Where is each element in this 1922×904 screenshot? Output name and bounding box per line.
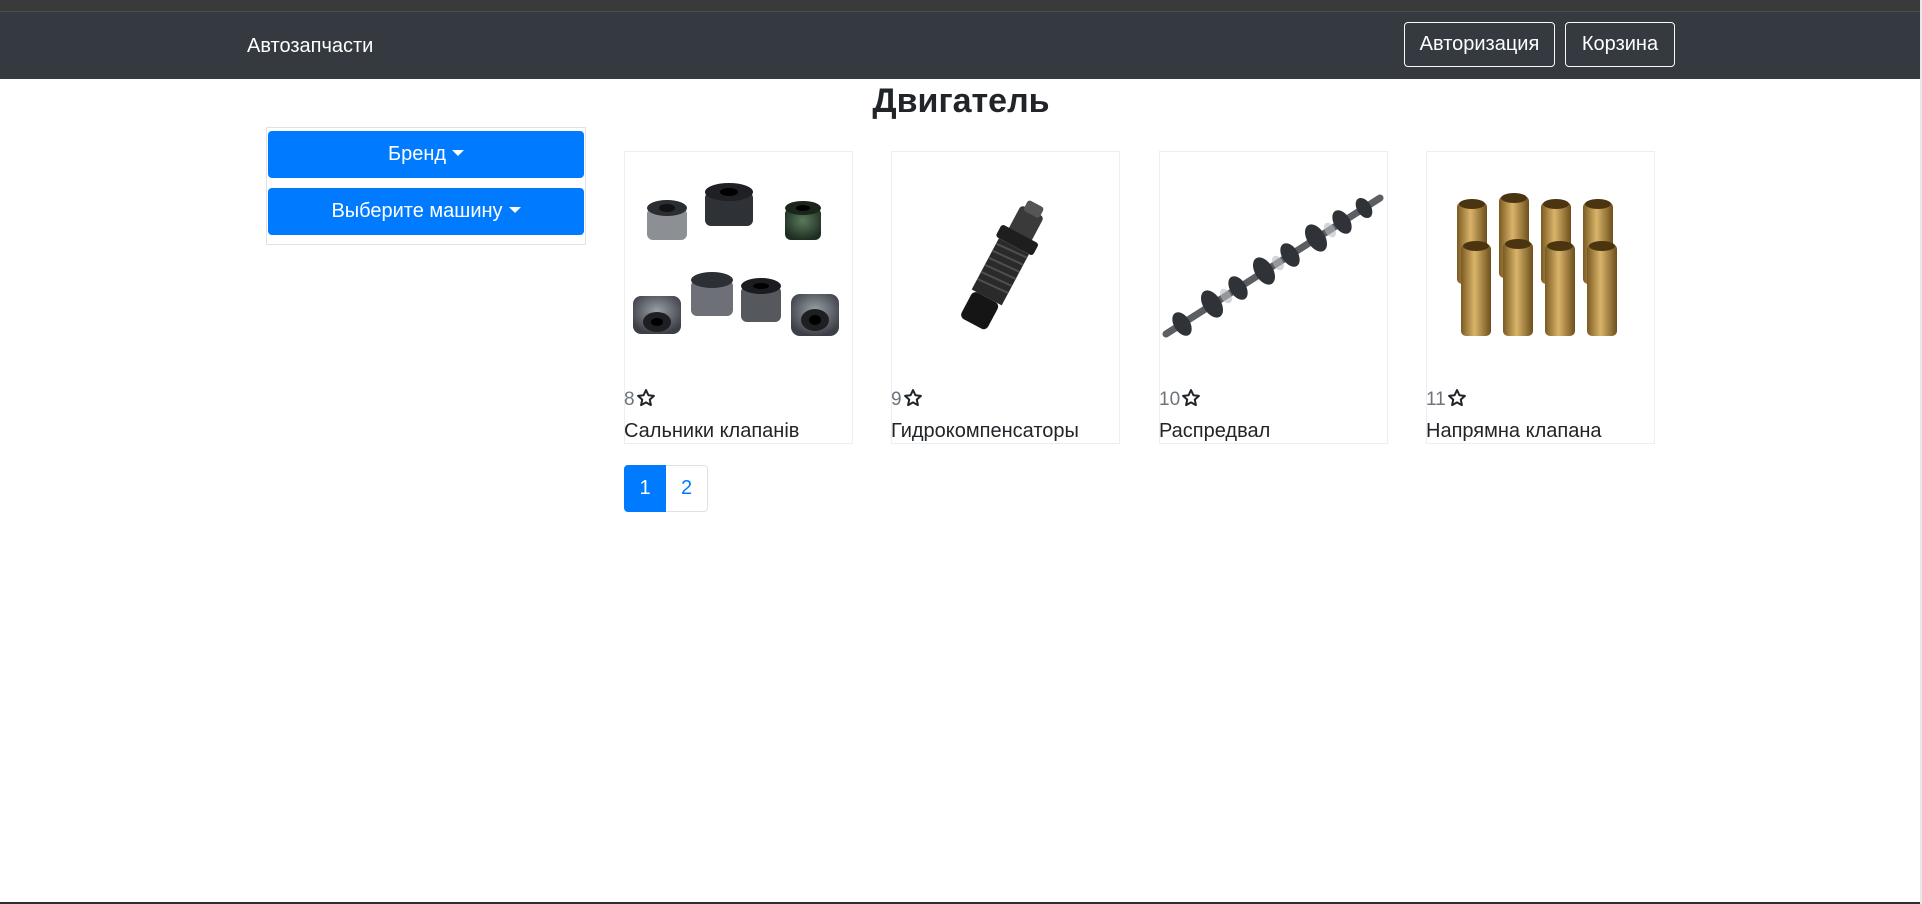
star-icon [636, 389, 655, 407]
rating-value: 11 [1426, 389, 1446, 410]
brand-link[interactable]: Автозапчасти [247, 34, 373, 58]
product-image-hydraulic-lifter [961, 200, 1044, 330]
product-rating: 9 [891, 388, 923, 412]
product-card[interactable]: 9 Гидрокомпенсаторы [891, 151, 1120, 444]
car-dropdown-label: Выберите машину [331, 200, 503, 222]
pagination: 1 2 [624, 465, 708, 512]
product-card[interactable]: 10 Распредвал [1159, 151, 1388, 444]
product-image-valve-seals [633, 183, 839, 336]
cart-button[interactable]: Корзина [1565, 22, 1675, 67]
brand-dropdown-button[interactable]: Бренд [268, 131, 584, 178]
caret-down-icon [452, 150, 465, 156]
product-rating: 10 [1159, 388, 1201, 412]
auth-button[interactable]: Авторизация [1404, 22, 1555, 67]
product-name[interactable]: Распредвал [1159, 418, 1270, 444]
page-2-button[interactable]: 2 [666, 465, 708, 512]
star-icon [1182, 389, 1201, 407]
product-name[interactable]: Напрямна клапана [1426, 418, 1602, 444]
brand-dropdown-label: Бренд [387, 143, 447, 165]
page-title: Двигатель [872, 82, 1050, 120]
product-rating: 8 [624, 388, 656, 412]
star-icon [903, 389, 922, 407]
car-dropdown-button[interactable]: Выберите машину [268, 188, 584, 235]
rating-value: 10 [1159, 389, 1181, 410]
product-image-camshaft [1162, 194, 1384, 338]
product-card[interactable]: 8 Сальники клапанів [624, 151, 853, 444]
rating-value: 9 [891, 389, 902, 410]
star-icon [1447, 389, 1466, 407]
page-1-button[interactable]: 1 [624, 465, 666, 512]
product-name[interactable]: Сальники клапанів [624, 418, 799, 444]
filter-panel: Бренд Выберите машину [266, 127, 586, 245]
product-name[interactable]: Гидрокомпенсаторы [891, 418, 1079, 444]
navbar: Автозапчасти Авторизация Корзина [0, 11, 1922, 79]
rating-value: 8 [624, 389, 635, 410]
product-image-valve-guides [1457, 193, 1617, 336]
product-card[interactable]: 11 Напрямна клапана [1426, 151, 1655, 444]
window-top-strip [0, 0, 1922, 11]
product-rating: 11 [1426, 388, 1467, 412]
caret-down-icon [508, 207, 521, 213]
